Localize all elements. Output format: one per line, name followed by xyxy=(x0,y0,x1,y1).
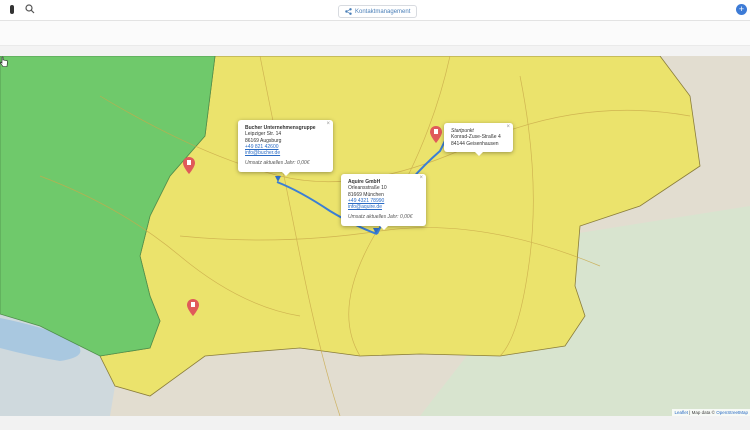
close-icon[interactable]: × xyxy=(326,121,330,127)
popup-aquire: × Aquire GmbH Orleansstraße 10 81669 Mün… xyxy=(341,174,426,230)
popup-street: Konrad-Zuse-Straße 4 xyxy=(451,134,501,141)
popup-tip xyxy=(474,151,483,156)
popup-email-link[interactable]: info@bucher.de xyxy=(245,150,325,156)
popup-revenue: Umsatz aktuelles Jahr: 0,00€ xyxy=(245,160,310,167)
leaflet-link[interactable]: Leaflet xyxy=(674,410,688,415)
close-icon[interactable]: × xyxy=(419,175,423,181)
map-canvas[interactable] xyxy=(0,56,750,416)
popup-bucher: × Bucher Unternehmensgruppe Leipziger St… xyxy=(238,120,333,176)
popup-tip xyxy=(281,171,290,176)
popup-startpunkt: × Startpunkt Konrad-Zuse-Straße 4 84144 … xyxy=(444,123,513,156)
bottom-bar xyxy=(0,416,750,430)
popup-email-link[interactable]: info@aquire.de xyxy=(348,204,418,210)
popup-city: 84144 Geisenhausen xyxy=(451,140,499,147)
kontaktmanagement-label: Kontaktmanagement xyxy=(355,8,411,15)
map-view[interactable]: × Bucher Unternehmensgruppe Leipziger St… xyxy=(0,56,750,416)
osm-link[interactable]: OpenStreetMap xyxy=(716,410,748,415)
kontaktmanagement-button[interactable]: Kontaktmanagement xyxy=(338,5,418,18)
share-icon xyxy=(345,8,352,15)
attribution-separator: | Map data © xyxy=(687,410,717,415)
close-icon[interactable]: × xyxy=(506,124,510,130)
plus-icon[interactable]: + xyxy=(736,4,747,15)
search-icon[interactable] xyxy=(25,4,35,14)
popup-tip xyxy=(379,225,388,230)
hand-cursor-icon xyxy=(0,56,8,67)
sub-toolbar xyxy=(0,21,750,46)
map-marker-icon[interactable] xyxy=(187,299,199,316)
popup-revenue: Umsatz aktuelles Jahr: 0,00€ xyxy=(348,214,413,221)
top-bar: Kontaktmanagement + xyxy=(0,0,750,21)
map-attribution: Leaflet | Map data © OpenStreetMap xyxy=(672,409,750,416)
map-marker-icon[interactable] xyxy=(183,157,195,174)
menu-icon[interactable] xyxy=(9,5,15,14)
map-marker-icon[interactable] xyxy=(430,126,442,143)
map-header-strip xyxy=(0,46,750,56)
